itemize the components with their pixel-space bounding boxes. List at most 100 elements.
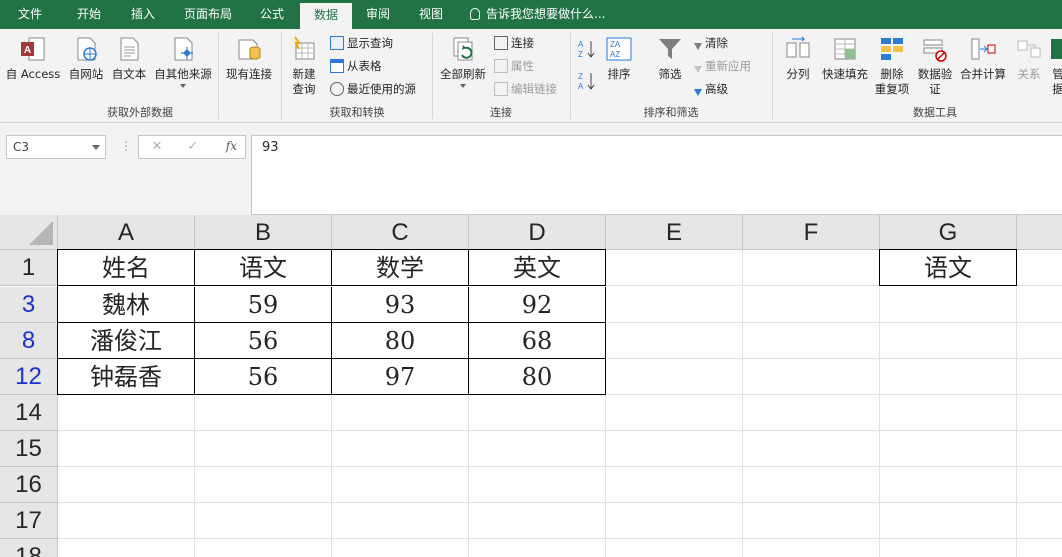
cell-h17[interactable]	[1017, 503, 1062, 539]
cell-e14[interactable]	[606, 395, 743, 431]
recent-sources-button[interactable]: 最近使用的源	[330, 79, 416, 99]
cancel-icon[interactable]: ✕	[145, 138, 169, 156]
cell-g17[interactable]	[880, 503, 1017, 539]
cell-a14[interactable]	[58, 395, 195, 431]
cell-e18[interactable]	[606, 539, 743, 557]
column-header-e[interactable]: E	[606, 215, 743, 250]
cell-a8[interactable]: 潘俊江	[58, 323, 195, 359]
from-other-sources-button[interactable]: 自其他来源	[150, 33, 216, 101]
flash-fill-button[interactable]: 快速填充	[818, 33, 872, 101]
cell-g16[interactable]	[880, 467, 1017, 503]
cell-a3[interactable]: 魏林	[58, 287, 195, 323]
cell-h1[interactable]	[1017, 250, 1062, 286]
column-header-h[interactable]	[1017, 215, 1062, 250]
sort-desc-button[interactable]: Z A	[578, 71, 596, 91]
select-all-corner[interactable]	[0, 215, 58, 250]
chevron-down-icon[interactable]	[92, 145, 100, 150]
sort-asc-button[interactable]: A Z	[578, 39, 596, 59]
clear-filter-button[interactable]: 清除	[694, 33, 728, 53]
cell-d16[interactable]	[469, 467, 606, 503]
show-queries-button[interactable]: 显示查询	[330, 33, 393, 53]
cell-f17[interactable]	[743, 503, 880, 539]
cell-c15[interactable]	[332, 431, 469, 467]
from-web-button[interactable]: 自网站	[64, 33, 108, 101]
cell-g18[interactable]	[880, 539, 1017, 557]
cell-g14[interactable]	[880, 395, 1017, 431]
relationships-button[interactable]: 关系	[1010, 33, 1048, 101]
cell-g8[interactable]	[880, 323, 1017, 359]
from-access-button[interactable]: A 自 Access	[4, 33, 62, 101]
cell-c14[interactable]	[332, 395, 469, 431]
cell-b8[interactable]: 56	[195, 323, 332, 359]
cell-a15[interactable]	[58, 431, 195, 467]
cell-e17[interactable]	[606, 503, 743, 539]
tab-page-layout[interactable]: 页面布局	[170, 0, 246, 29]
tab-insert[interactable]: 插入	[116, 0, 170, 29]
cell-a16[interactable]	[58, 467, 195, 503]
cell-h16[interactable]	[1017, 467, 1062, 503]
cell-f1[interactable]	[743, 250, 880, 286]
tab-file[interactable]: 文件	[0, 0, 60, 29]
properties-button[interactable]: 属性	[494, 56, 534, 76]
data-validation-button[interactable]: 数据验 证	[914, 33, 956, 101]
cell-e16[interactable]	[606, 467, 743, 503]
cell-a12[interactable]: 钟磊香	[58, 359, 195, 395]
cell-b14[interactable]	[195, 395, 332, 431]
cell-e3[interactable]	[606, 287, 743, 323]
column-header-d[interactable]: D	[469, 215, 606, 250]
cell-b15[interactable]	[195, 431, 332, 467]
sort-button[interactable]: ZA AZ 排序	[602, 33, 636, 101]
row-header[interactable]: 1	[0, 250, 58, 286]
remove-duplicates-button[interactable]: 删除 重复项	[872, 33, 912, 101]
cell-e8[interactable]	[606, 323, 743, 359]
cell-e12[interactable]	[606, 359, 743, 395]
consolidate-button[interactable]: 合并计算	[956, 33, 1010, 101]
cell-e1[interactable]	[606, 250, 743, 286]
cell-d15[interactable]	[469, 431, 606, 467]
confirm-check-icon[interactable]: ✓	[181, 138, 205, 156]
cell-a17[interactable]	[58, 503, 195, 539]
from-table-button[interactable]: 从表格	[330, 56, 382, 76]
row-header[interactable]: 17	[0, 503, 58, 539]
cell-d1[interactable]: 英文	[469, 250, 606, 286]
connections-button[interactable]: 连接	[494, 33, 534, 53]
cell-c3[interactable]: 93	[332, 287, 469, 323]
cell-f16[interactable]	[743, 467, 880, 503]
cell-f14[interactable]	[743, 395, 880, 431]
cell-g3[interactable]	[880, 287, 1017, 323]
cell-c8[interactable]: 80	[332, 323, 469, 359]
cell-f12[interactable]	[743, 359, 880, 395]
formula-input[interactable]: 93	[251, 135, 1062, 215]
cell-f8[interactable]	[743, 323, 880, 359]
cell-h14[interactable]	[1017, 395, 1062, 431]
name-box[interactable]: C3	[6, 135, 106, 159]
reapply-button[interactable]: 重新应用	[694, 56, 751, 76]
cell-a18[interactable]	[58, 539, 195, 557]
cell-h15[interactable]	[1017, 431, 1062, 467]
cell-c1[interactable]: 数学	[332, 250, 469, 286]
cell-d17[interactable]	[469, 503, 606, 539]
refresh-all-button[interactable]: 全部刷新	[436, 33, 490, 101]
column-header-c[interactable]: C	[332, 215, 469, 250]
column-header-f[interactable]: F	[743, 215, 880, 250]
cell-c18[interactable]	[332, 539, 469, 557]
column-header-b[interactable]: B	[195, 215, 332, 250]
text-to-columns-button[interactable]: 分列	[778, 33, 818, 101]
cell-g12[interactable]	[880, 359, 1017, 395]
edit-links-button[interactable]: 编辑链接	[494, 79, 557, 99]
column-header-a[interactable]: A	[58, 215, 195, 250]
cell-a1[interactable]: 姓名	[58, 250, 195, 286]
cell-h18[interactable]	[1017, 539, 1062, 557]
cell-e15[interactable]	[606, 431, 743, 467]
cell-b16[interactable]	[195, 467, 332, 503]
row-header[interactable]: 18	[0, 539, 58, 557]
manage-data-model-button[interactable]: 管 据	[1048, 33, 1062, 101]
cell-b3[interactable]: 59	[195, 287, 332, 323]
new-query-button[interactable]: 新建 查询	[284, 33, 324, 101]
cell-b17[interactable]	[195, 503, 332, 539]
cell-d12[interactable]: 80	[469, 359, 606, 395]
cell-c12[interactable]: 97	[332, 359, 469, 395]
row-header[interactable]: 3	[0, 287, 58, 323]
tab-view[interactable]: 视图	[404, 0, 458, 29]
from-text-button[interactable]: 自文本	[108, 33, 150, 101]
